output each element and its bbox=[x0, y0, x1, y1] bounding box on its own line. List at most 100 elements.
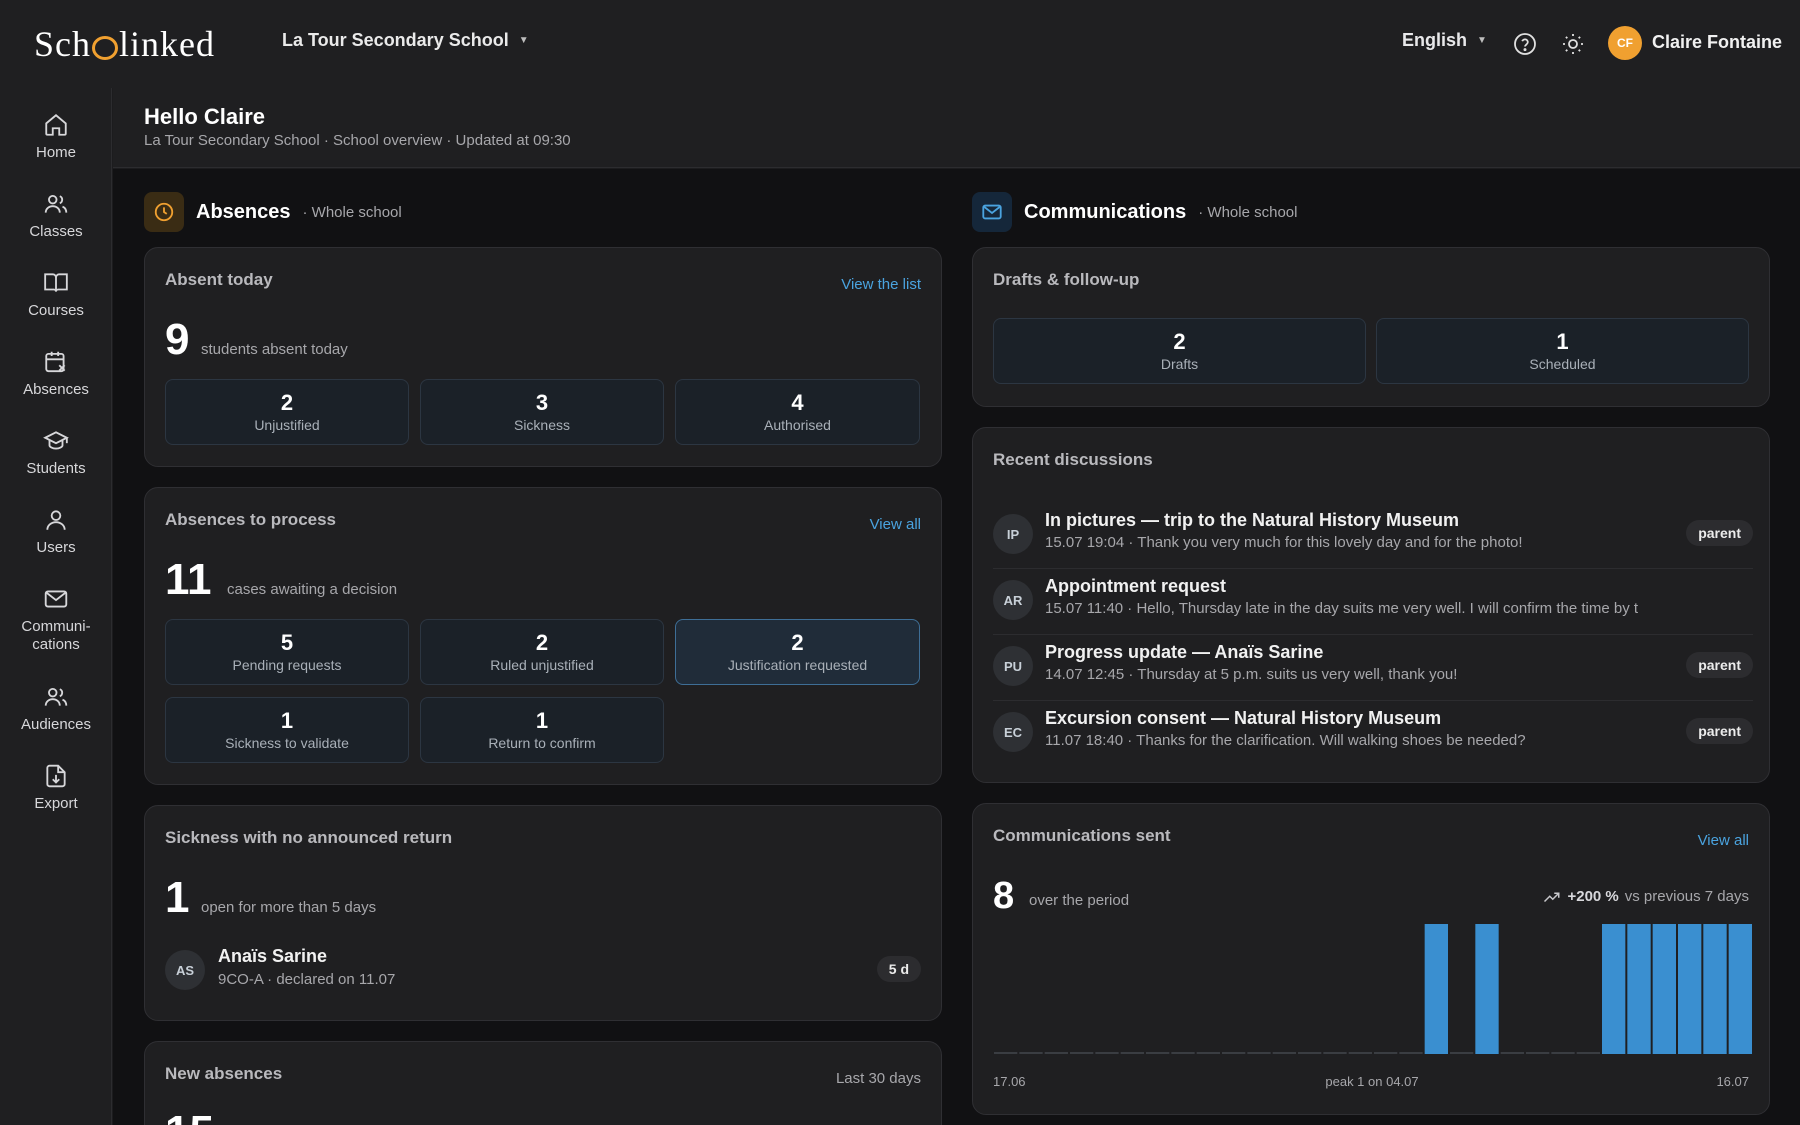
mail-icon bbox=[44, 590, 68, 608]
chart-bar-29.06 bbox=[1298, 1052, 1322, 1054]
chart-bar-26.06 bbox=[1222, 1052, 1246, 1054]
sidebar-label: Classes bbox=[29, 223, 83, 240]
stat-return-to-confirm[interactable]: 1 Return to confirm bbox=[420, 697, 664, 763]
user-avatar[interactable]: CF bbox=[1608, 26, 1642, 60]
view-all-link[interactable]: View all bbox=[1698, 832, 1749, 849]
sickness-label: open for more than 5 days bbox=[201, 899, 377, 916]
student-name[interactable]: Anaïs Sarine bbox=[218, 946, 327, 967]
chart-bar-05.07 bbox=[1450, 1052, 1474, 1054]
sidebar-item-communications[interactable]: Communi- cations bbox=[0, 586, 112, 654]
stat-authorised[interactable]: 4 Authorised bbox=[675, 379, 920, 445]
clock-icon bbox=[144, 192, 184, 232]
stat-pending-requests[interactable]: 5 Pending requests bbox=[165, 619, 409, 685]
sent-count: 8 bbox=[993, 875, 1015, 917]
chart-bar-09.07 bbox=[1551, 1052, 1575, 1054]
section-scope: · Whole school bbox=[302, 203, 402, 221]
chart-bar-08.07 bbox=[1526, 1052, 1550, 1054]
x-axis-end-label: 16.07 bbox=[1716, 1074, 1749, 1089]
page-title: Hello Claire bbox=[144, 104, 266, 129]
discussion-row[interactable]: AR Appointment request 15.07 11:40 · Hel… bbox=[993, 572, 1753, 638]
sidebar-item-users[interactable]: Users bbox=[0, 507, 112, 557]
section-title: Communications bbox=[1024, 200, 1187, 223]
calendar-x-icon bbox=[45, 351, 66, 373]
new-absences-card: New absences Last 30 days 15 bbox=[144, 1041, 942, 1125]
view-list-link[interactable]: View the list bbox=[841, 276, 921, 293]
discussion-snippet: 14.07 12:45 · Thursday at 5 p.m. suits u… bbox=[1045, 666, 1458, 683]
card-title: Absent today bbox=[165, 270, 273, 289]
app-logo[interactable]: Sch linked bbox=[34, 22, 215, 66]
absent-today-card: Absent today View the list 9 students ab… bbox=[144, 247, 942, 467]
discussion-row[interactable]: IP In pictures — trip to the Natural His… bbox=[993, 506, 1753, 572]
chart-bar-25.06 bbox=[1196, 1052, 1220, 1054]
stat-sickness[interactable]: 3 Sickness bbox=[420, 379, 664, 445]
communications-sent-bar-chart bbox=[994, 924, 1752, 1054]
drafts-card: Drafts & follow-up 2 Drafts 1 Scheduled bbox=[972, 247, 1770, 407]
chart-bar-15.07 bbox=[1703, 924, 1727, 1054]
sidebar-label: Export bbox=[34, 795, 78, 812]
sidebar-item-audiences[interactable]: Audiences bbox=[0, 684, 112, 734]
home-icon bbox=[45, 114, 67, 136]
discussion-row[interactable]: EC Excursion consent — Natural History M… bbox=[993, 704, 1753, 770]
stat-label: Sickness bbox=[513, 417, 571, 433]
discussion-title: In pictures — trip to the Natural Histor… bbox=[1045, 510, 1460, 530]
sidebar-item-export[interactable]: Export bbox=[0, 763, 112, 813]
sidebar-label: Users bbox=[36, 539, 76, 556]
absences-section-header: Absences · Whole school bbox=[144, 192, 402, 232]
language-label: English bbox=[1402, 30, 1468, 50]
stat-value: 1 bbox=[280, 708, 294, 733]
top-bar: Sch linked La Tour Secondary School ▼ Eng… bbox=[0, 0, 1800, 88]
stat-unjustified[interactable]: 2 Unjustified bbox=[165, 379, 409, 445]
trend-value: +200 % bbox=[1567, 888, 1619, 905]
stat-sickness-to-validate[interactable]: 1 Sickness to validate bbox=[165, 697, 409, 763]
discussion-snippet: 15.07 11:40 · Hello, Thursday late in th… bbox=[1045, 600, 1639, 617]
sidebar-label: Audiences bbox=[20, 716, 92, 733]
chart-bar-18.06 bbox=[1019, 1052, 1043, 1054]
audiences-icon bbox=[44, 687, 68, 706]
divider bbox=[993, 700, 1753, 701]
audience-badge: parent bbox=[1686, 520, 1753, 546]
communications-sent-card: Communications sent View all 8 over the … bbox=[972, 803, 1770, 1115]
stat-label: Sickness to validate bbox=[225, 735, 349, 751]
discussion-snippet: 15.07 19:04 · Thank you very much for th… bbox=[1045, 534, 1523, 551]
discussion-row[interactable]: PU Progress update — Anaïs Sarine 14.07 … bbox=[993, 638, 1753, 704]
stat-label: Justification requested bbox=[727, 657, 868, 673]
stat-scheduled[interactable]: 1 Scheduled bbox=[1376, 318, 1749, 384]
stat-drafts[interactable]: 2 Drafts bbox=[993, 318, 1366, 384]
sidebar-item-courses[interactable]: Courses bbox=[0, 270, 112, 320]
audience-badge: parent bbox=[1686, 718, 1753, 744]
chart-bar-30.06 bbox=[1323, 1052, 1347, 1054]
user-name[interactable]: Claire Fontaine bbox=[1652, 32, 1782, 53]
chart-bar-10.07 bbox=[1576, 1052, 1600, 1054]
school-name: La Tour Secondary School bbox=[282, 30, 509, 50]
chart-bar-17.06 bbox=[994, 1052, 1018, 1054]
chart-bar-24.06 bbox=[1171, 1052, 1195, 1054]
help-icon[interactable] bbox=[1511, 30, 1539, 58]
chart-bar-02.07 bbox=[1374, 1052, 1398, 1054]
sidebar: Home Classes Courses Absences Students U… bbox=[0, 88, 112, 1125]
sidebar-item-classes[interactable]: Classes bbox=[0, 191, 112, 241]
absences-to-process-card: Absences to process View all 11 cases aw… bbox=[144, 487, 942, 785]
recent-discussions-card: Recent discussions IP In pictures — trip… bbox=[972, 427, 1770, 783]
mail-icon bbox=[972, 192, 1012, 232]
sidebar-item-home[interactable]: Home bbox=[0, 112, 112, 162]
book-icon bbox=[44, 273, 68, 292]
chart-bar-04.07 bbox=[1424, 924, 1448, 1054]
stat-value: 2 bbox=[791, 630, 804, 655]
language-selector[interactable]: English ▼ bbox=[1402, 30, 1487, 51]
stat-ruled-unjustified[interactable]: 2 Ruled unjustified bbox=[420, 619, 664, 685]
stat-value: 1 bbox=[1556, 329, 1569, 354]
chart-bar-23.06 bbox=[1146, 1052, 1170, 1054]
stat-justification-requested[interactable]: 2 Justification requested bbox=[675, 619, 920, 685]
sidebar-item-absences[interactable]: Absences bbox=[0, 349, 112, 399]
chart-bar-03.07 bbox=[1399, 1052, 1423, 1054]
card-title: Sickness with no announced return bbox=[165, 828, 453, 847]
users-icon bbox=[44, 194, 68, 213]
view-all-link[interactable]: View all bbox=[870, 516, 921, 533]
new-absences-count: 15 bbox=[165, 1110, 214, 1125]
discussion-title: Excursion consent — Natural History Muse… bbox=[1045, 708, 1442, 728]
theme-toggle-sun-icon[interactable] bbox=[1559, 30, 1587, 58]
sidebar-item-students[interactable]: Students bbox=[0, 428, 112, 478]
period-label: Last 30 days bbox=[835, 1070, 921, 1087]
school-selector[interactable]: La Tour Secondary School ▼ bbox=[282, 30, 529, 51]
user-icon bbox=[46, 510, 66, 530]
